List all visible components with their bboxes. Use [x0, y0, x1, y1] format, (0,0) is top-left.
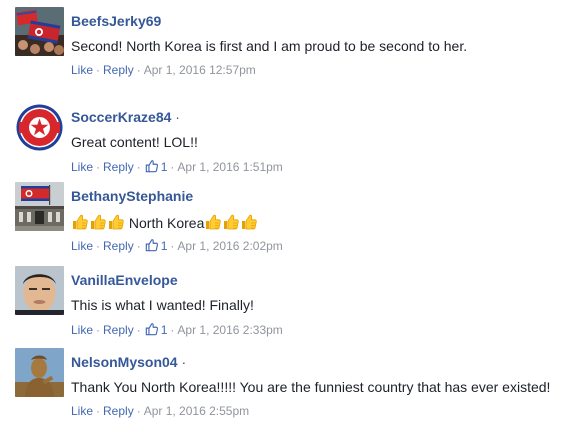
reply-link[interactable]: Reply [103, 404, 134, 418]
portrait-avatar[interactable] [15, 266, 64, 315]
comment-actions: Like · Reply · Apr 1, 2016 2:55pm [71, 404, 249, 418]
comment-author-link[interactable]: VanillaEnvelope [71, 272, 178, 288]
comment-text: North Korea [71, 213, 258, 231]
separator-dot: · [136, 323, 141, 337]
like-count-icon[interactable] [145, 238, 159, 252]
reply-link[interactable]: Reply [103, 323, 134, 337]
separator-dot: · [96, 160, 101, 174]
reply-link[interactable]: Reply [103, 160, 134, 174]
like-link[interactable]: Like [71, 323, 93, 337]
comment-text: Second! North Korea is first and I am pr… [71, 38, 468, 54]
comment-actions: Like · Reply · 1 · Apr 1, 2016 2:33pm [71, 322, 283, 337]
north-korea-emblem-avatar[interactable] [15, 103, 64, 152]
thumbs-up-emoji-icon [71, 213, 89, 231]
name-suffix-dot: · [175, 109, 180, 125]
comment-author-link[interactable]: BeefsJerky69 [71, 13, 161, 29]
comment-text-content: North Korea [128, 215, 205, 231]
reply-link[interactable]: Reply [103, 239, 134, 253]
like-count-icon[interactable] [145, 159, 159, 173]
separator-dot: · [136, 404, 141, 418]
separator-dot: · [96, 63, 101, 77]
comment-timestamp[interactable]: Apr 1, 2016 12:57pm [144, 63, 256, 77]
comment-text: Thank You North Korea!!!!! You are the f… [71, 379, 551, 395]
like-link[interactable]: Like [71, 160, 93, 174]
separator-dot: · [96, 404, 101, 418]
name-suffix-dot: · [181, 354, 187, 370]
separator-dot: · [136, 160, 141, 174]
comment-actions: Like · Reply · Apr 1, 2016 12:57pm [71, 63, 256, 77]
thumbs-up-emoji-icon [222, 213, 240, 231]
separator-dot: · [136, 63, 141, 77]
thumbs-up-emoji-icon [240, 213, 258, 231]
comment-item: BeefsJerky69 Second! North Korea is firs… [0, 0, 586, 80]
like-count-icon[interactable] [145, 322, 159, 336]
separator-dot: · [96, 323, 101, 337]
like-link[interactable]: Like [71, 404, 93, 418]
reply-link[interactable]: Reply [103, 63, 134, 77]
comment-timestamp[interactable]: Apr 1, 2016 1:51pm [177, 160, 282, 174]
comment-text: This is what I wanted! Finally! [71, 297, 254, 313]
separator-dot: · [136, 239, 141, 253]
flag-over-building-avatar[interactable] [15, 182, 64, 231]
comment-item: SoccerKraze84 · Great content! LOL!! Lik… [0, 96, 586, 176]
comment-author-link[interactable]: BethanyStephanie [71, 188, 193, 204]
thumbs-up-emoji-icon [204, 213, 222, 231]
separator-dot: · [96, 239, 101, 253]
comment-author-link[interactable]: SoccerKraze84 [71, 109, 171, 125]
comment-timestamp[interactable]: Apr 1, 2016 2:02pm [177, 239, 282, 253]
thumbs-up-emoji-icon [89, 213, 107, 231]
comment-timestamp[interactable]: Apr 1, 2016 2:33pm [177, 323, 282, 337]
separator-dot: · [170, 239, 175, 253]
separator-dot: · [170, 323, 175, 337]
comment-item: VanillaEnvelope This is what I wanted! F… [0, 259, 586, 339]
comment-actions: Like · Reply · 1 · Apr 1, 2016 1:51pm [71, 159, 283, 174]
like-link[interactable]: Like [71, 239, 93, 253]
comment-item: NelsonMyson04 · Thank You North Korea!!!… [0, 341, 586, 421]
like-link[interactable]: Like [71, 63, 93, 77]
comment-text: Great content! LOL!! [71, 134, 198, 150]
north-korea-flags-crowd-avatar[interactable] [15, 7, 64, 56]
bronze-statue-avatar[interactable] [15, 348, 64, 397]
comment-author-link[interactable]: NelsonMyson04 [71, 354, 178, 370]
separator-dot: · [170, 160, 175, 174]
comment-timestamp[interactable]: Apr 1, 2016 2:55pm [144, 404, 249, 418]
comment-actions: Like · Reply · 1 · Apr 1, 2016 2:02pm [71, 238, 283, 253]
comment-item: BethanyStephanie North Korea Like · Reply ·… [0, 175, 586, 255]
thumbs-up-emoji-icon [107, 213, 125, 231]
